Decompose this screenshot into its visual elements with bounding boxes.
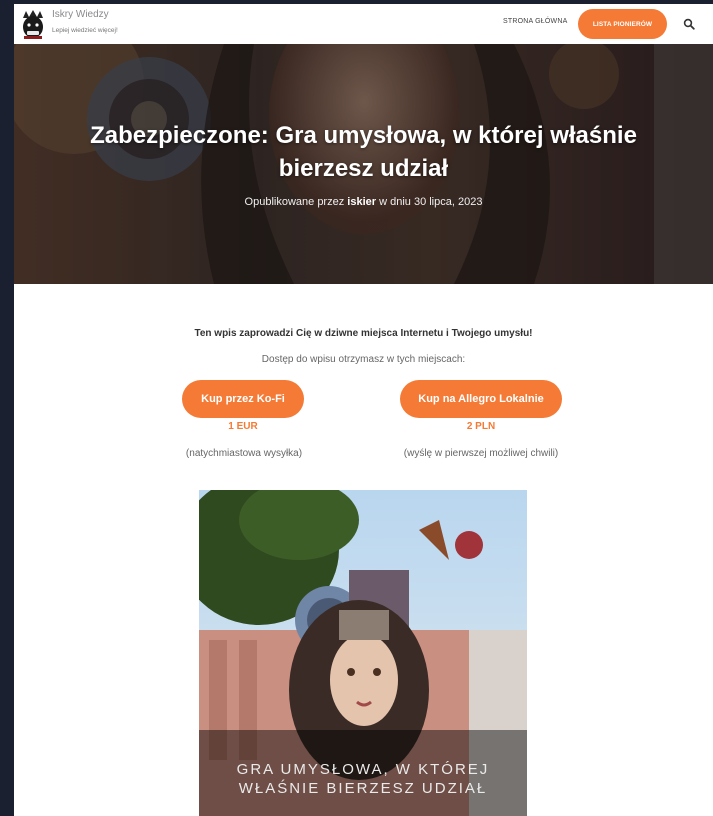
search-icon[interactable]: [683, 18, 695, 30]
caption-line-1: GRA UMYSŁOWA, W KTÓREJ: [236, 761, 490, 778]
featured-image[interactable]: GRA UMYSŁOWA, W KTÓREJ WŁAŚNIE BIERZESZ …: [199, 490, 527, 816]
kofi-note: (natychmiastowa wysyłka): [185, 448, 303, 459]
post-meta-prefix: Opublikowane przez: [244, 196, 345, 208]
kofi-buy-button[interactable]: Kup przez Ko-Fi: [182, 380, 304, 418]
nav-home-link[interactable]: STRONA GŁÓWNA: [503, 18, 567, 25]
post-author-link[interactable]: iskier: [347, 196, 376, 208]
page: Iskry Wiedzy Lepiej wiedzieć więcej! STR…: [14, 4, 713, 816]
site-logo[interactable]: [20, 8, 46, 40]
kofi-price: 1 EUR: [228, 421, 258, 432]
featured-image-caption: GRA UMYSŁOWA, W KTÓREJ WŁAŚNIE BIERZESZ …: [199, 760, 527, 798]
caption-line-2: WŁAŚNIE BIERZESZ UDZIAŁ: [238, 780, 488, 797]
nav-pioneers-button[interactable]: LISTA PIONIERÓW: [578, 9, 667, 39]
allegro-price: 2 PLN: [466, 421, 496, 432]
intro-text: Ten wpis zaprowadzi Cię w dziwne miejsca…: [194, 328, 533, 339]
post-meta: Opublikowane przez iskier w dniu 30 lipc…: [14, 196, 713, 208]
hero-banner: Zabezpieczone: Gra umysłowa, w której wł…: [14, 44, 713, 284]
post-date: w dniu 30 lipca, 2023: [379, 196, 483, 208]
allegro-note: (wyślę w pierwszej możliwej chwili): [403, 448, 559, 459]
post-title: Zabezpieczone: Gra umysłowa, w której wł…: [90, 122, 637, 182]
site-tagline: Lepiej wiedzieć więcej!: [52, 27, 118, 34]
access-text: Dostęp do wpisu otrzymasz w tych miejsca…: [261, 354, 466, 365]
site-header: Iskry Wiedzy Lepiej wiedzieć więcej! STR…: [14, 4, 713, 44]
allegro-buy-button[interactable]: Kup na Allegro Lokalnie: [400, 380, 562, 418]
site-title[interactable]: Iskry Wiedzy: [52, 9, 109, 20]
